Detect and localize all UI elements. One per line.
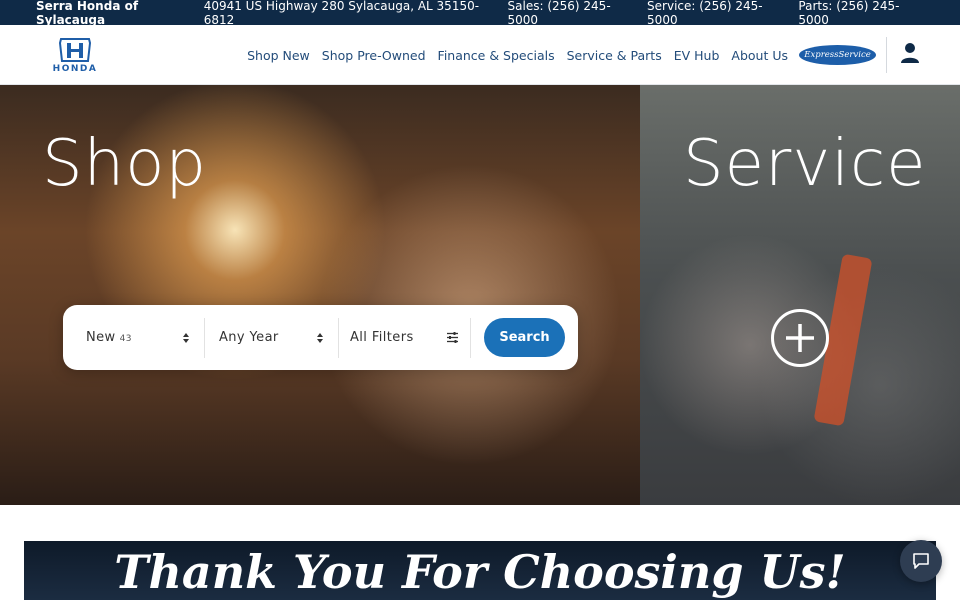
nav-finance-specials[interactable]: Finance & Specials <box>438 48 555 63</box>
chat-bubble-icon <box>913 553 929 569</box>
year-value: Any Year <box>219 330 279 345</box>
vehicle-search-widget: New 43 Any Year All Filters Search <box>63 305 578 370</box>
top-info-bar: Serra Honda of Sylacauga 40941 US Highwa… <box>0 0 960 27</box>
sliders-icon <box>447 331 458 343</box>
sales-phone[interactable]: Sales: (256) 245-5000 <box>508 0 636 27</box>
honda-logo[interactable]: HONDA <box>46 37 104 75</box>
up-down-arrow-icon <box>317 332 323 343</box>
nav-shop-new[interactable]: Shop New <box>247 48 310 63</box>
nav-ev-hub[interactable]: EV Hub <box>674 48 720 63</box>
plus-icon <box>786 324 814 352</box>
nav-service-parts[interactable]: Service & Parts <box>567 48 662 63</box>
all-filters-label: All Filters <box>350 330 414 345</box>
nav-about-us[interactable]: About Us <box>731 48 788 63</box>
main-nav: HONDA Shop New Shop Pre-Owned Finance & … <box>0 25 960 85</box>
dealer-address[interactable]: 40941 US Highway 280 Sylacauga, AL 35150… <box>204 0 496 27</box>
condition-count: 43 <box>119 333 132 344</box>
search-button[interactable]: Search <box>484 318 565 357</box>
year-select[interactable]: Any Year <box>205 317 339 358</box>
dealer-name[interactable]: Serra Honda of Sylacauga <box>36 0 204 27</box>
up-down-arrow-icon <box>183 332 189 343</box>
contact-info: 40941 US Highway 280 Sylacauga, AL 35150… <box>204 0 924 27</box>
honda-wordmark: HONDA <box>52 64 98 74</box>
all-filters-button[interactable]: All Filters <box>339 317 471 358</box>
banner-heading: Thank You For Choosing Us! <box>114 545 846 599</box>
condition-select[interactable]: New 43 <box>63 317 205 358</box>
nav-divider <box>886 37 887 73</box>
thank-you-banner: Thank You For Choosing Us! <box>24 541 936 600</box>
condition-value: New <box>86 330 116 345</box>
service-heading[interactable]: Service <box>683 127 927 201</box>
honda-h-icon <box>58 38 92 62</box>
parts-phone[interactable]: Parts: (256) 245-5000 <box>798 0 924 27</box>
service-plus-button[interactable] <box>771 309 829 367</box>
chat-button[interactable] <box>900 540 942 582</box>
nav-menu: Shop New Shop Pre-Owned Finance & Specia… <box>247 25 788 85</box>
express-service-label: ExpressService <box>804 50 871 60</box>
service-phone[interactable]: Service: (256) 245-5000 <box>647 0 786 27</box>
shop-heading[interactable]: Shop <box>42 127 207 201</box>
express-service-logo[interactable]: ExpressService <box>799 45 876 65</box>
user-icon[interactable] <box>900 42 920 64</box>
nav-shop-pre-owned[interactable]: Shop Pre-Owned <box>322 48 426 63</box>
